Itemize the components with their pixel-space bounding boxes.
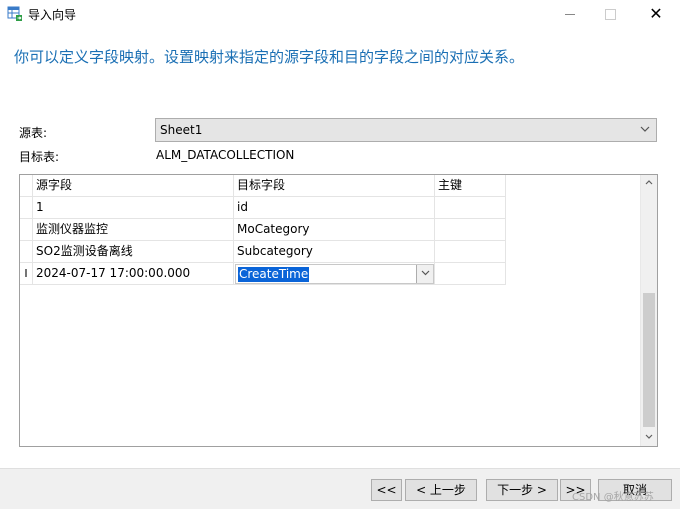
instruction-text: 你可以定义字段映射。设置映射来指定的源字段和目的字段之间的对应关系。	[14, 48, 525, 66]
vertical-scrollbar[interactable]	[640, 175, 657, 446]
row-indicator	[20, 219, 33, 241]
column-header-target[interactable]: 目标字段	[234, 175, 435, 197]
watermark: CSDN @秋意苏苏	[572, 492, 654, 503]
target-field-select[interactable]: CreateTime	[235, 264, 434, 284]
maximize-icon	[604, 9, 616, 20]
source-table-label: 源表:	[19, 126, 48, 140]
field-mapping-grid[interactable]: 源字段 目标字段 主键 1 id 监测仪器监控 MoCategory SO2监测…	[19, 174, 658, 447]
table-row-current[interactable]: I 2024-07-17 17:00:00.000 CreateTime	[20, 263, 506, 285]
close-button[interactable]: ✕	[634, 0, 678, 28]
close-icon: ✕	[649, 4, 663, 23]
target-field-selected-value: CreateTime	[238, 267, 310, 282]
table-row[interactable]: 1 id	[20, 197, 506, 219]
chevron-down-icon	[638, 122, 652, 138]
table-import-icon	[7, 6, 23, 22]
row-indicator	[20, 241, 33, 263]
source-table-select[interactable]: Sheet1	[155, 118, 657, 142]
source-field-cell: SO2监测设备离线	[33, 241, 234, 263]
chevron-down-icon[interactable]	[416, 265, 433, 283]
maximize-button[interactable]	[588, 0, 632, 28]
next-step-button[interactable]: 下一步 >	[486, 479, 558, 501]
row-indicator	[20, 197, 33, 219]
target-field-cell[interactable]: MoCategory	[234, 219, 435, 241]
minimize-icon	[565, 14, 575, 15]
title-bar: 导入向导 ✕	[0, 0, 680, 28]
target-table-value: ALM_DATACOLLECTION	[156, 148, 295, 162]
target-table-label: 目标表:	[19, 150, 60, 164]
column-header-source[interactable]: 源字段	[33, 175, 234, 197]
scrollbar-thumb[interactable]	[643, 293, 655, 427]
primary-key-cell[interactable]	[435, 197, 506, 219]
table-row[interactable]: SO2监测设备离线 Subcategory	[20, 241, 506, 263]
source-table-value: Sheet1	[160, 123, 203, 137]
column-header-key[interactable]: 主键	[435, 175, 506, 197]
primary-key-cell[interactable]	[435, 219, 506, 241]
source-field-cell: 2024-07-17 17:00:00.000	[33, 263, 234, 285]
minimize-button[interactable]	[548, 0, 592, 28]
previous-step-button[interactable]: < 上一步	[405, 479, 477, 501]
chevron-up-icon[interactable]	[641, 175, 657, 192]
target-field-cell[interactable]: CreateTime	[234, 263, 435, 285]
target-field-cell[interactable]: Subcategory	[234, 241, 435, 263]
source-field-cell: 1	[33, 197, 234, 219]
first-step-button[interactable]: <<	[371, 479, 402, 501]
source-field-cell: 监测仪器监控	[33, 219, 234, 241]
grid-header-row: 源字段 目标字段 主键	[20, 175, 506, 197]
primary-key-cell[interactable]	[435, 241, 506, 263]
primary-key-cell[interactable]	[435, 263, 506, 285]
target-field-cell[interactable]: id	[234, 197, 435, 219]
window-title: 导入向导	[28, 8, 77, 22]
table-row[interactable]: 监测仪器监控 MoCategory	[20, 219, 506, 241]
current-row-indicator: I	[20, 263, 33, 285]
chevron-down-icon[interactable]	[641, 429, 657, 446]
row-indicator-header	[20, 175, 33, 197]
